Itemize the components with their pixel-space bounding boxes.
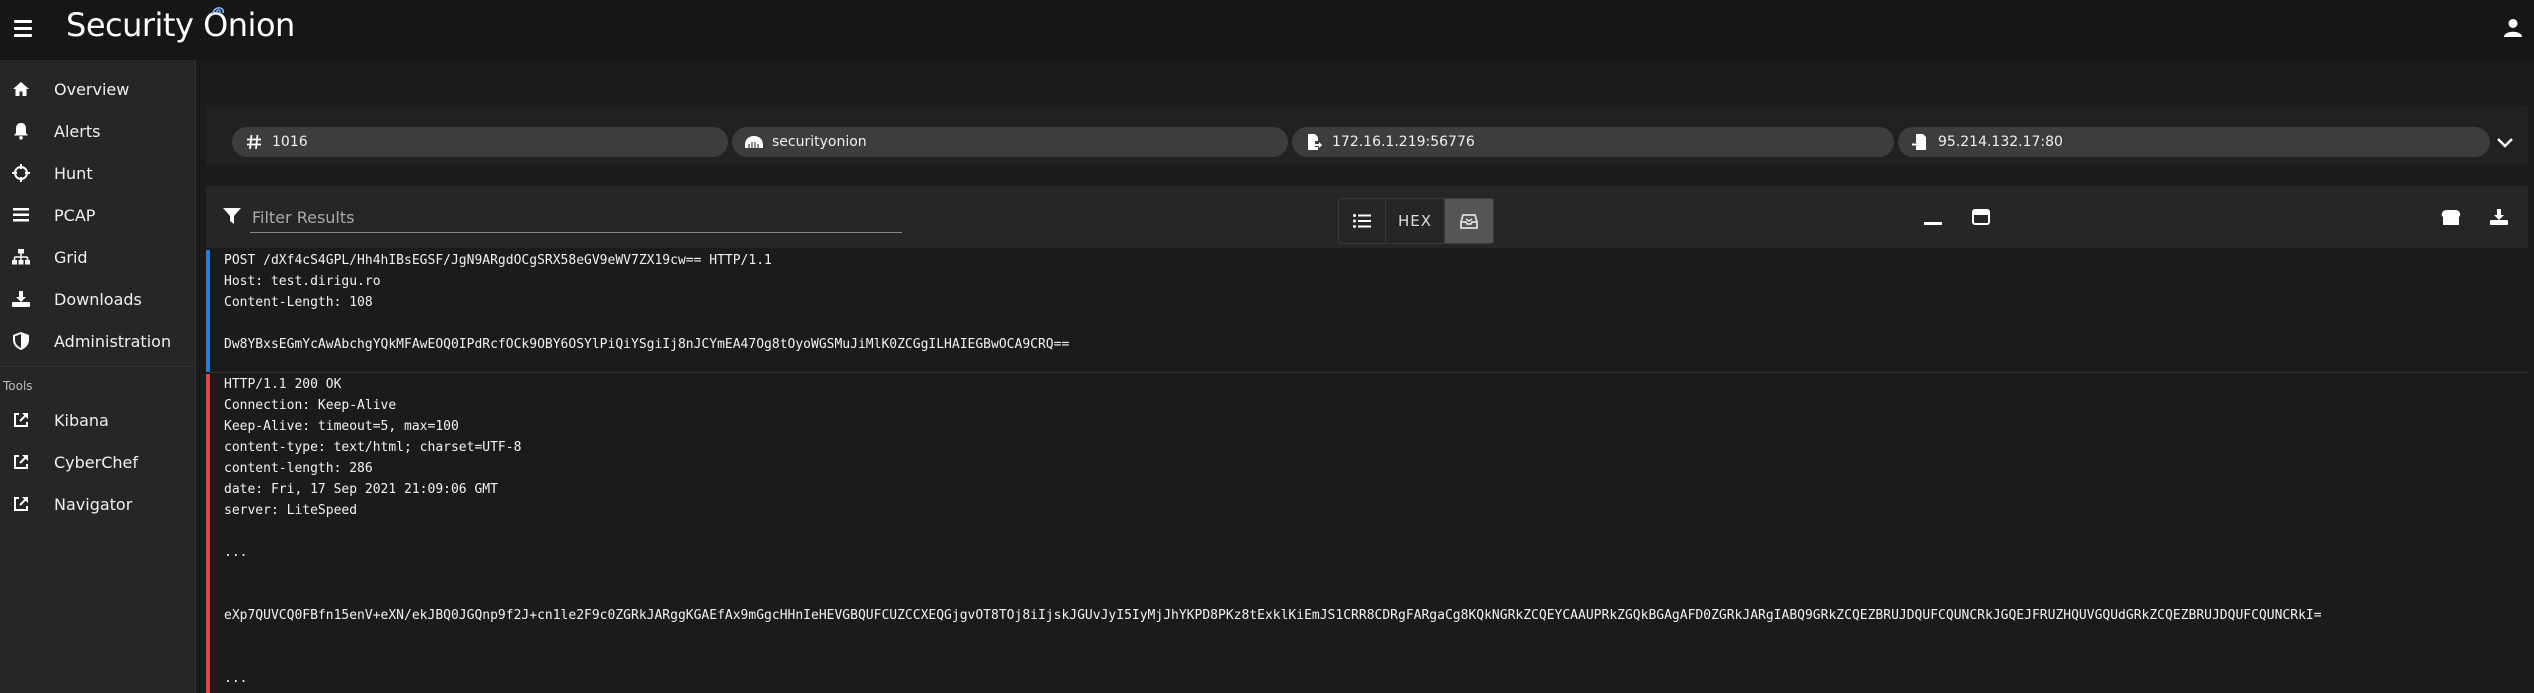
sidebar-item-navigator[interactable]: Navigator xyxy=(0,483,195,525)
sidebar-item-label: Grid xyxy=(54,247,88,267)
external-link-icon xyxy=(10,409,32,431)
client-request-block: POST /dXf4cS4GPL/Hh4hIBsEGSF/JgN9ARgdOCg… xyxy=(206,250,2532,372)
sidebar-item-pcap[interactable]: PCAP xyxy=(0,194,195,236)
sensor-icon xyxy=(744,132,764,152)
download-icon xyxy=(10,288,32,310)
view-mode-toggle: HEX xyxy=(1338,198,1494,244)
unwrap-view-button[interactable] xyxy=(1445,199,1493,243)
request-line: Content-Length: 108 xyxy=(224,295,373,310)
minimize-icon[interactable] xyxy=(1922,206,1944,228)
sidebar: Overview Alerts Hunt PCAP Grid Downloads… xyxy=(0,60,196,693)
chip-value: 95.214.132.17:80 xyxy=(1938,134,2063,150)
external-link-icon xyxy=(10,451,32,473)
sidebar-item-downloads[interactable]: Downloads xyxy=(0,278,195,320)
list-view-button[interactable] xyxy=(1339,199,1386,243)
server-response-block: HTTP/1.1 200 OK Connection: Keep-Alive K… xyxy=(206,374,2532,693)
request-line: Dw8YBxsEGmYcAwAbchgYQkMFAwEOQ0IPdRcfOCk9… xyxy=(224,337,1070,352)
sidebar-item-cyberchef[interactable]: CyberChef xyxy=(0,441,195,483)
chip-value: 1016 xyxy=(272,134,308,150)
sidebar-item-label: Administration xyxy=(54,331,172,351)
sidebar-item-grid[interactable]: Grid xyxy=(0,236,195,278)
sidebar-item-label: PCAP xyxy=(54,205,96,225)
sidebar-item-label: Overview xyxy=(54,79,130,99)
source-icon xyxy=(1304,132,1324,152)
external-link-icon xyxy=(10,493,32,515)
response-line: Keep-Alive: timeout=5, max=100 xyxy=(224,419,459,434)
request-line: POST /dXf4cS4GPL/Hh4hIBsEGSF/JgN9ARgdOCg… xyxy=(224,253,772,268)
bars-icon xyxy=(10,204,32,226)
bread-icon[interactable] xyxy=(2440,206,2462,228)
inbox-icon xyxy=(1460,214,1478,229)
response-line: server: LiteSpeed xyxy=(224,503,358,518)
sidebar-item-label: Navigator xyxy=(54,494,133,514)
request-line: Host: test.dirigu.ro xyxy=(224,274,381,289)
response-line: ... xyxy=(224,671,248,686)
transcript-toolbar: HEX xyxy=(206,186,2528,248)
chevron-down-icon[interactable] xyxy=(2496,134,2514,148)
hex-view-button[interactable]: HEX xyxy=(1386,199,1445,243)
home-icon xyxy=(10,78,32,100)
response-line: content-length: 286 xyxy=(224,461,373,476)
sidebar-item-hunt[interactable]: Hunt xyxy=(0,152,195,194)
response-line: Connection: Keep-Alive xyxy=(224,398,397,413)
filter-results-input[interactable] xyxy=(250,202,902,233)
chip-value: securityonion xyxy=(772,134,867,150)
chip-source[interactable]: 172.16.1.219:56776 xyxy=(1292,127,1894,157)
crosshairs-icon xyxy=(10,162,32,184)
sidebar-item-label: CyberChef xyxy=(54,452,139,472)
window-icon[interactable] xyxy=(1970,206,1992,228)
destination-icon xyxy=(1910,132,1930,152)
sidebar-item-label: Hunt xyxy=(54,163,93,183)
top-app-bar: Security Onion xyxy=(0,0,2534,60)
filter-icon xyxy=(223,207,243,227)
sidebar-item-kibana[interactable]: Kibana xyxy=(0,399,195,441)
chip-sensor[interactable]: securityonion xyxy=(732,127,1288,157)
chip-id[interactable]: 1016 xyxy=(232,127,728,157)
menu-icon[interactable] xyxy=(14,20,32,37)
chip-value: 172.16.1.219:56776 xyxy=(1332,134,1475,150)
sidebar-item-administration[interactable]: Administration xyxy=(0,320,195,362)
sidebar-item-label: Alerts xyxy=(54,121,101,141)
sidebar-item-alerts[interactable]: Alerts xyxy=(0,110,195,152)
shield-icon xyxy=(10,330,32,352)
main-content: 1016 securityonion 172.16.1.219:56776 95… xyxy=(196,60,2534,693)
tools-section-label: Tools xyxy=(0,366,195,399)
response-line: date: Fri, 17 Sep 2021 21:09:06 GMT xyxy=(224,482,498,497)
download-icon[interactable] xyxy=(2488,206,2510,228)
sidebar-item-label: Downloads xyxy=(54,289,142,309)
response-line: content-type: text/html; charset=UTF-8 xyxy=(224,440,522,455)
sidebar-item-label: Kibana xyxy=(54,410,109,430)
sitemap-icon xyxy=(10,246,32,268)
pcap-transcript: POST /dXf4cS4GPL/Hh4hIBsEGSF/JgN9ARgdOCg… xyxy=(206,250,2528,693)
response-line: HTTP/1.1 200 OK xyxy=(224,377,342,392)
user-account-icon[interactable] xyxy=(2504,18,2522,38)
brand-logo: Security Onion xyxy=(66,6,295,44)
list-icon xyxy=(1353,214,1371,228)
response-line: eXp7QUVCQ0FBfn15enV+eXN/ekJBQ0JGQnp9f2J+… xyxy=(224,608,2322,623)
response-line: ... xyxy=(224,545,248,560)
divider xyxy=(210,372,2528,373)
sidebar-item-overview[interactable]: Overview xyxy=(0,68,195,110)
chip-destination[interactable]: 95.214.132.17:80 xyxy=(1898,127,2490,157)
hash-icon xyxy=(244,132,264,152)
bell-icon xyxy=(10,120,32,142)
